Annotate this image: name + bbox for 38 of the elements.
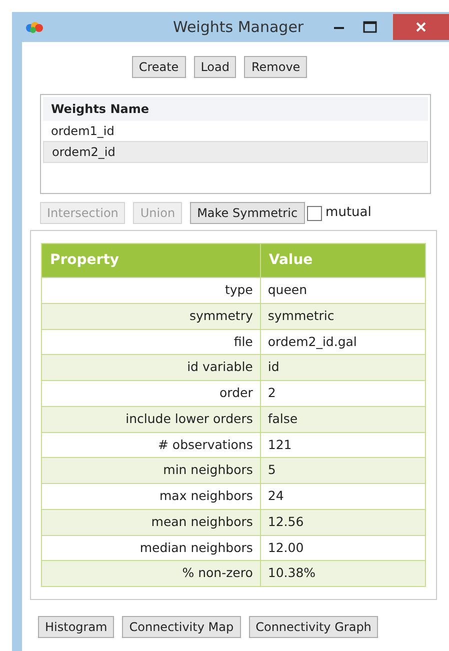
table-cell: mean neighbors	[42, 509, 260, 535]
list-item[interactable]: ordem1_id	[43, 121, 428, 141]
maximize-icon[interactable]	[363, 21, 377, 33]
table-cell: id variable	[42, 354, 260, 380]
weights-list[interactable]: Weights Name ordem1_id ordem2_id	[40, 94, 431, 194]
table-cell: id	[260, 354, 426, 380]
table-cell: queen	[260, 278, 426, 304]
close-button[interactable]	[393, 14, 449, 40]
table-cell: order	[42, 380, 260, 406]
list-item[interactable]: ordem2_id	[43, 141, 428, 163]
table-cell: 2	[260, 380, 426, 406]
table-cell: 24	[260, 484, 426, 510]
table-cell: symmetric	[260, 303, 426, 329]
app-icon	[25, 20, 45, 34]
table-cell: min neighbors	[42, 458, 260, 484]
action-button[interactable]: Connectivity Map	[122, 616, 241, 638]
table-cell: 10.38%	[260, 560, 426, 586]
table-cell: symmetry	[42, 303, 260, 329]
column-header: Weights Name	[43, 97, 428, 121]
table-cell: include lower orders	[42, 406, 260, 432]
action-button[interactable]: Load	[194, 56, 236, 78]
column-header: Value	[260, 244, 426, 278]
column-header: Property	[42, 244, 260, 278]
action-button[interactable]: Connectivity Graph	[248, 616, 378, 638]
table-cell: max neighbors	[42, 484, 260, 510]
table-cell: % non-zero	[42, 560, 260, 586]
table-cell: type	[42, 278, 260, 304]
checkbox[interactable]	[306, 206, 322, 220]
window-title: Weights Manager	[173, 16, 304, 38]
table-cell: false	[260, 406, 426, 432]
table-cell: 5	[260, 458, 426, 484]
action-button[interactable]: Create	[132, 56, 186, 78]
action-button[interactable]: Make Symmetric	[190, 202, 305, 224]
close-icon	[416, 22, 426, 32]
action-button[interactable]: Histogram	[38, 616, 114, 638]
table-cell: 12.56	[260, 509, 426, 535]
action-button[interactable]: Remove	[244, 56, 308, 78]
checkbox-label: mutual	[326, 204, 372, 222]
